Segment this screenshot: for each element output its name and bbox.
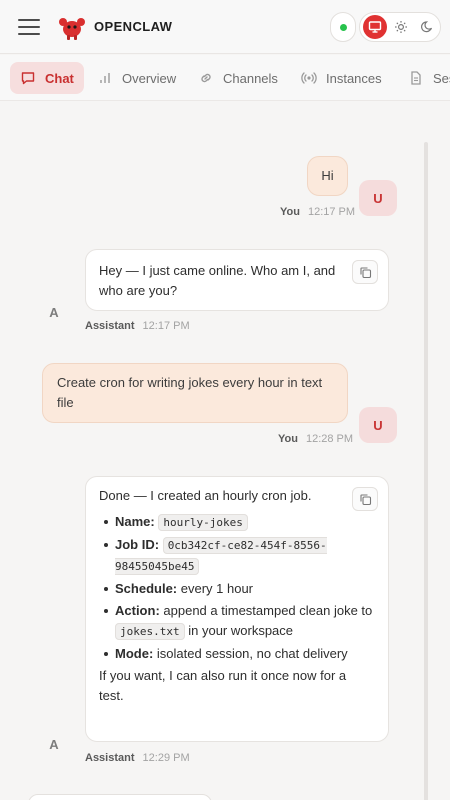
- item-text: in your workspace: [188, 623, 294, 638]
- list-item: Name: hourly-jokes: [99, 512, 374, 533]
- user-message-bubble: Hi: [307, 156, 348, 196]
- avatar: U: [359, 407, 397, 443]
- message-meta: You 12:17 PM: [280, 206, 355, 218]
- avatar-initial: U: [373, 190, 383, 206]
- message-author: You: [280, 206, 300, 218]
- message-text: Create cron for writing jokes every hour…: [57, 375, 323, 410]
- item-label: Job ID:: [115, 537, 160, 552]
- chat-icon: [21, 72, 35, 85]
- assistant-message-bubble: Done — I created an hourly cron job. Nam…: [85, 476, 389, 742]
- tab-instances[interactable]: Instances: [301, 62, 382, 94]
- message-text: Hey — I just came online. Who am I, and …: [99, 263, 336, 298]
- copy-button[interactable]: [352, 487, 378, 511]
- nav-tabs: Chat Overview Channels Instances Ses: [0, 55, 450, 101]
- status-dot-icon: [340, 24, 347, 31]
- tab-channels[interactable]: Channels: [198, 62, 278, 94]
- lobster-logo-icon[interactable]: [58, 13, 86, 41]
- top-bar: OPENCLAW: [0, 0, 450, 54]
- scrollbar[interactable]: [424, 142, 428, 800]
- message-meta: Assistant 12:17 PM: [85, 320, 190, 332]
- list-item: Schedule: every 1 hour: [99, 579, 374, 599]
- tab-label: Channels: [223, 70, 278, 86]
- item-code: hourly-jokes: [158, 514, 248, 531]
- moon-icon[interactable]: [415, 15, 439, 39]
- item-code: jokes.txt: [115, 623, 185, 640]
- hamburger-icon[interactable]: [18, 17, 40, 37]
- message-meta: Assistant 12:29 PM: [85, 752, 190, 764]
- copy-icon: [359, 266, 371, 278]
- item-text: every 1 hour: [180, 581, 254, 596]
- sun-icon[interactable]: [389, 15, 413, 39]
- job-details-list: Name: hourly-jokes Job ID: 0cb342cf-ce82…: [99, 512, 374, 664]
- connection-status: [330, 12, 356, 42]
- message-time: 12:29 PM: [142, 752, 190, 764]
- message-text: Hi: [321, 168, 334, 183]
- item-text: isolated session, no chat delivery: [156, 646, 348, 661]
- tab-sessions[interactable]: Ses: [408, 62, 450, 94]
- list-item: Mode: isolated session, no chat delivery: [99, 644, 374, 664]
- item-label: Name:: [115, 514, 155, 529]
- chat-thread: Hi U You 12:17 PM Hey — I just came onlin…: [0, 102, 450, 800]
- message-author: You: [278, 433, 298, 445]
- message-time: 12:28 PM: [305, 433, 354, 445]
- tab-label: Instances: [326, 70, 382, 86]
- tab-label: Chat: [45, 70, 74, 86]
- avatar: A: [35, 294, 73, 330]
- monitor-icon[interactable]: [363, 15, 387, 39]
- tab-label: Overview: [122, 70, 177, 86]
- message-meta: You 12:28 PM: [278, 433, 353, 445]
- tab-overview[interactable]: Overview: [97, 62, 176, 94]
- message-outro: If you want, I can also run it once now …: [99, 668, 347, 703]
- item-text: append a timestamped clean joke to: [163, 603, 373, 618]
- message-author: Assistant: [85, 752, 135, 764]
- item-label: Action:: [115, 603, 160, 618]
- tab-chat[interactable]: Chat: [10, 62, 84, 94]
- link-icon: [201, 73, 211, 83]
- list-item: Action: append a timestamped clean joke …: [99, 601, 374, 642]
- item-label: Schedule:: [115, 581, 178, 596]
- avatar-initial: A: [49, 736, 59, 752]
- item-label: Mode:: [115, 646, 154, 661]
- tab-label: Ses: [433, 70, 450, 86]
- message-time: 12:17 PM: [307, 206, 356, 218]
- file-icon: [411, 71, 421, 85]
- avatar: A: [35, 726, 73, 762]
- message-author: Assistant: [85, 320, 135, 332]
- bar-chart-icon: [100, 73, 110, 83]
- message-intro: Done — I created an hourly cron job.: [99, 488, 312, 503]
- copy-icon: [359, 493, 371, 505]
- avatar: U: [359, 180, 397, 216]
- brand-name: OPENCLAW: [94, 19, 173, 34]
- user-message-bubble: Create cron for writing jokes every hour…: [42, 363, 348, 423]
- copy-button[interactable]: [352, 260, 378, 284]
- theme-switcher: [359, 12, 441, 42]
- message-input[interactable]: [28, 794, 212, 800]
- list-item: Job ID: 0cb342cf-ce82-454f-8556-98455045…: [99, 535, 374, 577]
- message-time: 12:17 PM: [142, 320, 190, 332]
- avatar-initial: U: [373, 417, 383, 433]
- radio-icon: [301, 72, 317, 84]
- assistant-message-bubble: Hey — I just came online. Who am I, and …: [85, 249, 389, 311]
- avatar-initial: A: [49, 304, 59, 320]
